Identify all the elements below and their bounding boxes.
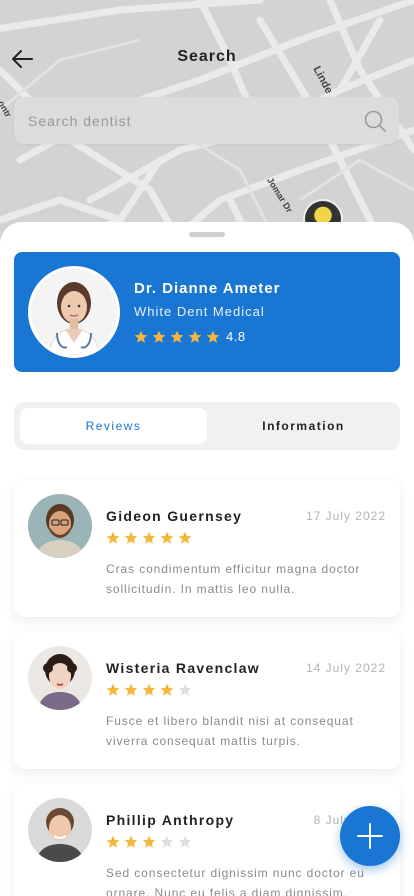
search-input[interactable] <box>28 97 348 144</box>
page-title: Search <box>177 48 237 65</box>
star-filled-icon <box>142 683 156 696</box>
doctor-portrait-icon <box>31 269 117 355</box>
reviewer-name: Phillip Anthropy <box>106 812 235 828</box>
add-button[interactable] <box>340 806 400 866</box>
review-text: Fusce et libero blandit nisi at consequa… <box>106 714 354 748</box>
search-icon[interactable] <box>363 109 387 133</box>
review-text: Cras condimentum efficitur magna doctor … <box>106 562 361 596</box>
star-filled-icon <box>188 330 202 343</box>
doctor-card[interactable]: Dr. Dianne Ameter White Dent Medical 4.8 <box>14 252 400 372</box>
doctor-rating-value: 4.8 <box>226 329 246 344</box>
review-card[interactable]: Wisteria Ravenclaw 14 July 2022 Fusce et… <box>14 632 400 769</box>
star-filled-icon <box>106 835 120 848</box>
star-filled-icon <box>178 531 192 544</box>
reviewer-portrait-icon <box>28 494 92 558</box>
star-filled-icon <box>134 330 148 343</box>
star-filled-icon <box>124 531 138 544</box>
search-bar[interactable] <box>14 97 399 144</box>
star-empty-icon <box>178 683 192 696</box>
star-filled-icon <box>160 683 174 696</box>
tab-bar: Reviews Information <box>14 402 400 450</box>
star-filled-icon <box>124 835 138 848</box>
review-stars <box>106 835 196 849</box>
sheet-drag-handle[interactable] <box>189 232 225 237</box>
plus-icon <box>357 823 383 849</box>
star-filled-icon <box>142 531 156 544</box>
avatar <box>28 646 92 710</box>
star-filled-icon <box>106 531 120 544</box>
review-date: 14 July 2022 <box>305 661 386 675</box>
star-filled-icon <box>124 683 138 696</box>
reviewer-portrait-icon <box>28 798 92 862</box>
star-filled-icon <box>152 330 166 343</box>
doctor-rating: 4.8 <box>134 329 246 344</box>
reviewer-name: Gideon Guernsey <box>106 508 243 524</box>
reviewer-portrait-icon <box>28 646 92 710</box>
star-filled-icon <box>160 531 174 544</box>
review-text: Sed consectetur dignissim nunc doctor eu… <box>106 866 365 896</box>
top-bar: Search <box>0 38 414 78</box>
tab-reviews[interactable]: Reviews <box>20 408 207 444</box>
star-filled-icon <box>106 683 120 696</box>
doctor-name: Dr. Dianne Ameter <box>134 280 281 297</box>
tab-information[interactable]: Information <box>210 408 397 444</box>
star-empty-icon <box>160 835 174 848</box>
review-date: 17 July 2022 <box>305 509 386 523</box>
star-empty-icon <box>178 835 192 848</box>
star-filled-icon <box>142 835 156 848</box>
star-filled-icon <box>170 330 184 343</box>
doctor-clinic: White Dent Medical <box>134 304 265 319</box>
review-card[interactable]: Gideon Guernsey 17 July 2022 Cras condim… <box>14 480 400 617</box>
bottom-sheet: Dr. Dianne Ameter White Dent Medical 4.8… <box>0 222 414 896</box>
avatar <box>28 494 92 558</box>
review-stars <box>106 683 196 697</box>
review-stars <box>106 531 196 545</box>
reviewer-name: Wisteria Ravenclaw <box>106 660 261 676</box>
doctor-rating-stars <box>134 330 224 344</box>
star-filled-icon <box>206 330 220 343</box>
doctor-avatar <box>28 266 120 358</box>
avatar <box>28 798 92 862</box>
